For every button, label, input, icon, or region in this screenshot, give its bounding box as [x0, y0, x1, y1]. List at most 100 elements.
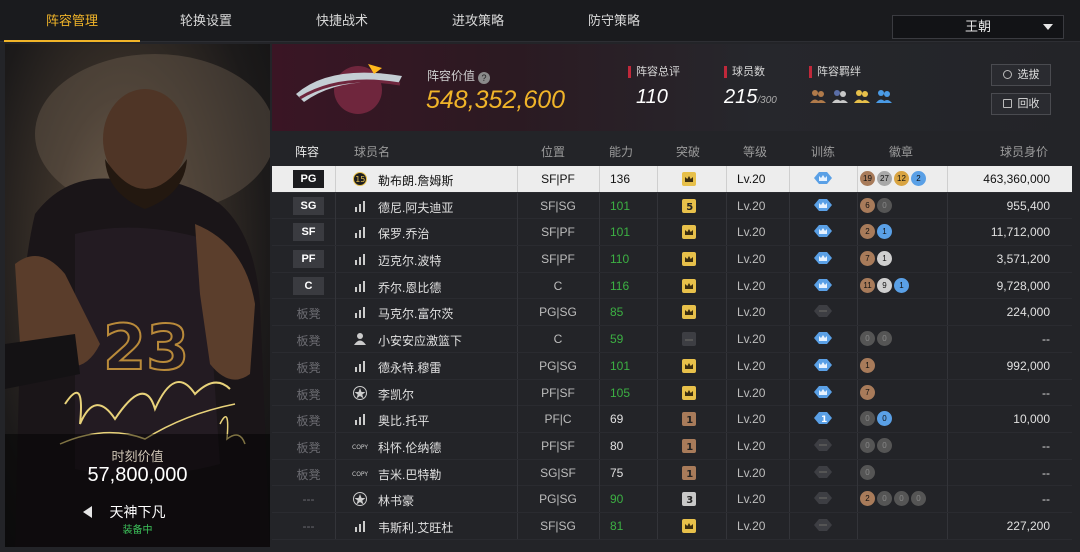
- table-row[interactable]: PG 15 勒布朗.詹姆斯 SF|PF 136 Lv.20 19 27 12 2 463,360,0…: [272, 166, 1072, 193]
- badge-list[interactable]: 19 27 12 2: [860, 171, 928, 186]
- training-icon[interactable]: [813, 251, 833, 266]
- breakthrough-icon[interactable]: [681, 385, 697, 400]
- badge-list[interactable]: 00: [860, 331, 894, 347]
- table-row[interactable]: 板凳 马克尔.富尔茨 PG|SG 85 Lv.20 224,000: [272, 299, 1072, 327]
- badge-list[interactable]: 1: [860, 357, 877, 373]
- breakthrough-icon[interactable]: [681, 358, 697, 373]
- breakthrough-icon[interactable]: 1: [681, 465, 697, 480]
- player-name[interactable]: 吉米.巴特勒: [378, 466, 441, 483]
- copy-icon: COPY: [352, 471, 368, 478]
- table-row[interactable]: SF 保罗.乔治 SF|PF 101 Lv.20 2 1 11,712,000: [272, 219, 1072, 247]
- badge-list[interactable]: 71: [860, 251, 894, 267]
- training-icon[interactable]: [813, 491, 833, 506]
- breakthrough-icon[interactable]: 3: [681, 492, 697, 507]
- column-header-level[interactable]: 等级: [743, 143, 767, 160]
- column-header-training[interactable]: 训练: [811, 143, 835, 160]
- cell-divider: [857, 219, 858, 246]
- table-row[interactable]: 板凳 COPY 吉米.巴特勒 SG|SF 75 1 Lv.20 0 --: [272, 459, 1072, 487]
- training-icon[interactable]: [813, 438, 833, 453]
- player-name[interactable]: 奥比.托平: [378, 412, 429, 429]
- table-row[interactable]: SG 德尼.阿夫迪亚 SF|SG 101 5 Lv.20 6 0 955,400: [272, 192, 1072, 220]
- badge-list[interactable]: 00: [860, 437, 894, 453]
- badge-list[interactable]: 7: [860, 384, 877, 400]
- tab-quick-tactics[interactable]: 快捷战术: [274, 0, 410, 42]
- tab-rotation-settings[interactable]: 轮换设置: [138, 0, 274, 42]
- cell-divider: [789, 379, 790, 406]
- training-icon[interactable]: [813, 385, 833, 400]
- badge-list[interactable]: 11 9 1: [860, 277, 911, 293]
- table-row[interactable]: --- 韦斯利.艾旺杜 SF|SG 81 Lv.20 227,200: [272, 512, 1072, 540]
- player-name[interactable]: 乔尔.恩比德: [378, 279, 441, 296]
- badge-list[interactable]: 00: [860, 411, 894, 427]
- training-icon[interactable]: [813, 224, 833, 239]
- player-name[interactable]: 马克尔.富尔茨: [378, 305, 453, 322]
- training-crown-icon: [814, 198, 832, 211]
- training-icon[interactable]: [813, 358, 833, 373]
- player-name[interactable]: 德永特.穆雷: [378, 359, 441, 376]
- column-header-position[interactable]: 位置: [541, 143, 565, 160]
- cell-divider: [599, 512, 600, 539]
- filter-button[interactable]: 选拔: [991, 64, 1051, 86]
- breakthrough-icon[interactable]: [681, 252, 697, 267]
- breakthrough-icon[interactable]: [681, 518, 697, 533]
- column-header-badges[interactable]: 徽章: [889, 143, 913, 160]
- player-name[interactable]: 韦斯利.艾旺杜: [378, 519, 453, 536]
- bond-people-bronze-icon: [810, 90, 826, 103]
- column-header-ability[interactable]: 能力: [609, 143, 633, 160]
- badge-list[interactable]: 60: [860, 197, 894, 213]
- player-ability: 90: [610, 492, 624, 507]
- badge-list[interactable]: 0: [860, 464, 877, 480]
- column-header-name[interactable]: 球员名: [354, 143, 390, 160]
- player-name[interactable]: 李凯尔: [378, 386, 414, 403]
- badge-list[interactable]: 21: [860, 224, 894, 240]
- table-row[interactable]: 板凳 德永特.穆雷 PG|SG 101 Lv.20 1 992,000: [272, 352, 1072, 380]
- lineup-dropdown[interactable]: 王朝: [892, 15, 1064, 39]
- player-name[interactable]: 林书豪: [378, 492, 414, 509]
- breakthrough-icon[interactable]: [681, 225, 697, 240]
- badge-count: 1: [877, 224, 892, 240]
- help-icon[interactable]: ?: [478, 72, 491, 84]
- training-icon[interactable]: [813, 518, 833, 533]
- table-row[interactable]: PF 迈克尔.波特 SF|PF 110 Lv.20 7 1 3,571,200: [272, 246, 1072, 273]
- table-row[interactable]: 板凳 小安安应激篮下 C 59 Lv.20 0 0 --: [272, 326, 1072, 353]
- player-name[interactable]: 迈克尔.波特: [378, 252, 441, 269]
- breakthrough-icon[interactable]: 5: [681, 198, 697, 213]
- badge-list[interactable]: 2000: [860, 491, 928, 507]
- player-name[interactable]: 小安安应激篮下: [378, 332, 462, 349]
- recycle-button[interactable]: 回收: [991, 93, 1051, 115]
- badge-count: 0: [877, 437, 892, 453]
- player-name[interactable]: 德尼.阿夫迪亚: [378, 199, 453, 216]
- breakthrough-icon[interactable]: [681, 305, 697, 320]
- player-name[interactable]: 科怀.伦纳德: [378, 439, 441, 456]
- table-row[interactable]: 板凳 COPY 科怀.伦纳德 PF|SF 80 1 Lv.20 0 0 --: [272, 432, 1072, 460]
- bond-icons[interactable]: [809, 88, 893, 104]
- table-row[interactable]: C 乔尔.恩比德 C 116 Lv.20 11 9 1 9,728,000: [272, 272, 1072, 300]
- table-row[interactable]: 板凳 奥比.托平 PF|C 69 1 Lv.20 1 0 0 10,000: [272, 406, 1072, 433]
- training-icon[interactable]: [813, 465, 833, 480]
- training-icon[interactable]: [813, 278, 833, 293]
- training-icon[interactable]: [813, 304, 833, 319]
- tab-lineup-management[interactable]: 阵容管理: [4, 0, 140, 42]
- column-header-value[interactable]: 球员身价: [1000, 143, 1048, 160]
- lineup-slot-badge: C: [293, 276, 324, 295]
- training-icon[interactable]: [813, 198, 833, 213]
- breakthrough-icon[interactable]: 1: [681, 412, 697, 427]
- lineup-value-label: 阵容价值?: [427, 67, 491, 84]
- breakthrough-icon[interactable]: 1: [681, 438, 697, 453]
- column-header-breakthrough[interactable]: 突破: [676, 143, 700, 160]
- tab-offense-strategy[interactable]: 进攻策略: [410, 0, 546, 42]
- player-name[interactable]: 勒布朗.詹姆斯: [378, 172, 453, 189]
- training-icon[interactable]: 1: [813, 411, 833, 426]
- player-name[interactable]: 保罗.乔治: [378, 225, 429, 242]
- training-icon[interactable]: [813, 171, 833, 186]
- tab-defense-strategy[interactable]: 防守策略: [546, 0, 682, 42]
- training-icon[interactable]: [813, 331, 833, 346]
- breakthrough-icon[interactable]: [681, 278, 697, 293]
- breakthrough-icon[interactable]: [681, 332, 697, 347]
- column-header-slot[interactable]: 阵容: [295, 143, 319, 160]
- player-position: SF|SG: [540, 198, 576, 213]
- table-row[interactable]: --- 林书豪 PG|SG 90 3 Lv.20 2 0 0 0 --: [272, 486, 1072, 513]
- player-moment-card[interactable]: 23 时刻价值 57,800,000 天神下凡 装备中: [5, 44, 270, 547]
- breakthrough-icon[interactable]: [681, 172, 697, 186]
- table-row[interactable]: 板凳 李凯尔 PF|SF 105 Lv.20 7 --: [272, 379, 1072, 407]
